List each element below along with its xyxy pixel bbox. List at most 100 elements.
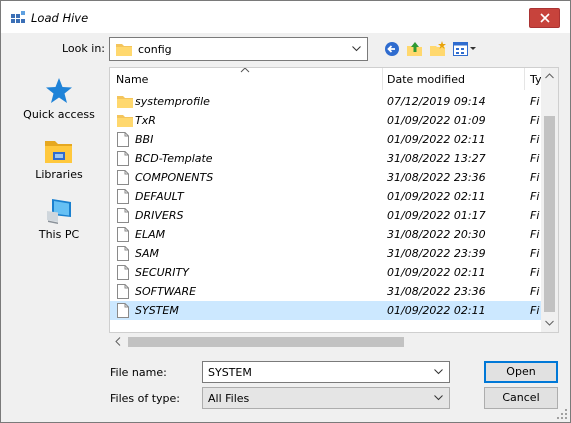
vertical-scroll-thumb[interactable] (544, 116, 555, 312)
place-this-pc[interactable]: This PC (10, 197, 108, 241)
file-name-field[interactable]: SYSTEM (202, 361, 450, 383)
place-quick-access[interactable]: Quick access (10, 77, 108, 121)
date-modified-cell: 31/08/2022 20:30 (387, 228, 486, 241)
type-cell: Fi (530, 266, 540, 279)
computer-icon (47, 199, 71, 224)
date-modified-cell: 31/08/2022 23:36 (387, 285, 486, 298)
libraries-icon (45, 141, 72, 163)
view-menu-icon[interactable] (453, 41, 477, 57)
type-cell: Fi (530, 190, 540, 203)
look-in-combo[interactable]: config (109, 37, 368, 61)
place-libraries[interactable]: Libraries (10, 137, 108, 181)
sort-ascending-icon (240, 68, 250, 73)
column-divider[interactable] (524, 68, 525, 90)
column-header-type[interactable]: Ty (530, 73, 542, 86)
file-name-value: SYSTEM (208, 366, 252, 379)
place-label: Libraries (35, 168, 83, 181)
cancel-button[interactable]: Cancel (484, 387, 558, 409)
type-cell: Fi (530, 285, 540, 298)
type-cell: Fi (530, 152, 540, 165)
look-in-label: Look in: (62, 42, 105, 55)
type-cell: Fi (530, 171, 540, 184)
close-button[interactable] (529, 8, 560, 28)
type-cell: Fi (530, 114, 540, 127)
horizontal-scrollbar[interactable] (110, 333, 558, 350)
place-label: Quick access (23, 108, 95, 121)
file-icon (117, 284, 129, 302)
star-icon (46, 78, 72, 103)
column-header-name[interactable]: Name (116, 73, 148, 86)
open-button[interactable]: Open (484, 361, 558, 383)
file-name-cell: BBI (135, 133, 154, 146)
folder-icon (117, 113, 133, 130)
type-cell: Fi (530, 95, 540, 108)
list-item[interactable]: DRIVERS 01/09/2022 01:17 Fi (110, 206, 558, 225)
column-header-date[interactable]: Date modified (387, 73, 465, 86)
list-item[interactable]: COMPONENTS 31/08/2022 23:36 Fi (110, 168, 558, 187)
list-item[interactable]: SECURITY 01/09/2022 02:11 Fi (110, 263, 558, 282)
date-modified-cell: 31/08/2022 23:36 (387, 171, 486, 184)
date-modified-cell: 01/09/2022 02:11 (387, 190, 486, 203)
date-modified-cell: 01/09/2022 02:11 (387, 133, 486, 146)
load-hive-dialog: Load Hive Look in: config Quick access L… (0, 0, 571, 423)
file-name-cell: COMPONENTS (135, 171, 214, 184)
file-name-label: File name: (110, 366, 167, 379)
chevron-down-icon[interactable] (434, 369, 443, 375)
places-bar: Quick access Libraries This PC (10, 67, 108, 343)
chevron-down-icon[interactable] (352, 46, 361, 52)
list-item[interactable]: SAM 31/08/2022 23:39 Fi (110, 244, 558, 263)
file-icon (117, 189, 129, 207)
vertical-scrollbar[interactable] (541, 68, 558, 332)
window-title: Load Hive (31, 11, 89, 25)
new-folder-icon[interactable] (430, 41, 446, 57)
files-of-type-label: Files of type: (110, 392, 181, 405)
list-item[interactable]: systemprofile 07/12/2019 09:14 Fi (110, 92, 558, 111)
file-icon (117, 265, 129, 283)
date-modified-cell: 31/08/2022 13:27 (387, 152, 486, 165)
file-name-cell: DEFAULT (135, 190, 184, 203)
resize-grip-icon[interactable] (557, 409, 567, 419)
list-item[interactable]: BCD-Template 31/08/2022 13:27 Fi (110, 149, 558, 168)
scroll-up-icon[interactable] (545, 73, 554, 79)
date-modified-cell: 31/08/2022 23:39 (387, 247, 486, 260)
file-list[interactable]: Name Date modified Ty systemprofile 07/12… (109, 67, 559, 333)
column-divider[interactable] (382, 68, 383, 90)
list-header: Name Date modified Ty (110, 68, 558, 90)
registry-icon (11, 11, 25, 23)
up-folder-icon[interactable] (407, 41, 423, 57)
date-modified-cell: 01/09/2022 01:17 (387, 209, 486, 222)
file-name-cell: TxR (135, 114, 156, 127)
files-of-type-value: All Files (208, 392, 250, 405)
list-item[interactable]: DEFAULT 01/09/2022 02:11 Fi (110, 187, 558, 206)
list-item[interactable]: ELAM 31/08/2022 20:30 Fi (110, 225, 558, 244)
type-cell: Fi (530, 228, 540, 241)
list-item[interactable]: TxR 01/09/2022 01:09 Fi (110, 111, 558, 130)
scroll-down-icon[interactable] (545, 320, 554, 326)
file-icon (117, 227, 129, 245)
folder-icon (116, 44, 132, 56)
look-in-value: config (138, 43, 172, 56)
list-item[interactable]: BBI 01/09/2022 02:11 Fi (110, 130, 558, 149)
files-of-type-select[interactable]: All Files (202, 387, 450, 409)
file-icon (117, 132, 129, 150)
file-icon (117, 151, 129, 169)
file-icon (117, 208, 129, 226)
back-icon[interactable] (384, 41, 400, 57)
horizontal-scroll-thumb[interactable] (128, 337, 404, 347)
date-modified-cell: 07/12/2019 09:14 (387, 95, 486, 108)
date-modified-cell: 01/09/2022 02:11 (387, 304, 486, 317)
scroll-left-icon[interactable] (115, 337, 121, 346)
type-cell: Fi (530, 133, 540, 146)
file-name-cell: SAM (135, 247, 159, 260)
list-item[interactable]: SYSTEM 01/09/2022 02:11 Fi (110, 301, 558, 320)
file-name-cell: DRIVERS (135, 209, 184, 222)
chevron-down-icon[interactable] (434, 395, 443, 401)
list-item[interactable]: SOFTWARE 31/08/2022 23:36 Fi (110, 282, 558, 301)
place-label: This PC (38, 228, 80, 241)
date-modified-cell: 01/09/2022 01:09 (387, 114, 486, 127)
folder-icon (117, 94, 133, 111)
file-name-cell: SECURITY (135, 266, 189, 279)
file-icon (117, 170, 129, 188)
close-icon (539, 13, 550, 23)
file-icon (117, 303, 129, 321)
